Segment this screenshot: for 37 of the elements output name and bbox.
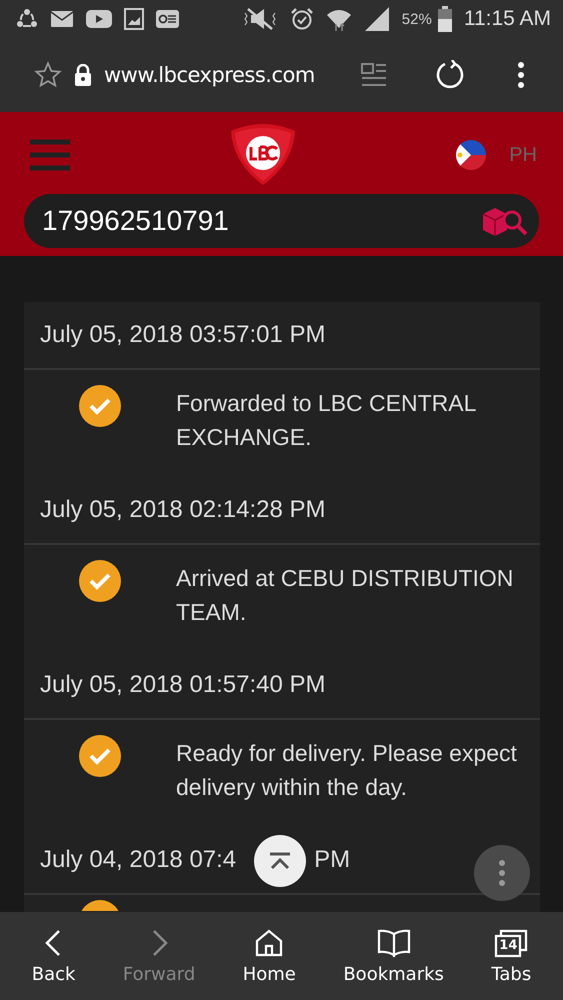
mail-icon — [50, 10, 74, 28]
lock-icon — [74, 64, 92, 86]
clock-time: 11:15 AM — [464, 7, 551, 31]
tab-count: 14 — [499, 938, 518, 952]
battery-icon — [438, 6, 452, 32]
date-heading: July 05, 2018 03:57:01 PM — [24, 302, 540, 370]
scroll-top-icon — [267, 851, 293, 871]
date-heading: July 04, 2018 07:4 — [40, 846, 236, 874]
reader-icon[interactable] — [361, 62, 387, 88]
reload-icon[interactable] — [435, 60, 465, 90]
news-icon — [156, 10, 179, 28]
date-heading: July 05, 2018 01:57:40 PM — [24, 652, 540, 720]
battery-percentage: 52% — [402, 10, 432, 28]
image-icon — [124, 8, 144, 30]
event-text: Ready for delivery. Please expect delivery within the day. — [176, 739, 518, 802]
date-heading-end: PM — [314, 846, 350, 874]
more-icon — [498, 860, 506, 886]
flag-icon[interactable] — [455, 139, 488, 171]
star-icon[interactable] — [34, 61, 62, 89]
book-icon — [376, 928, 411, 958]
mute-icon — [242, 8, 278, 30]
nav-button[interactable]: 14 Tabs — [487, 924, 536, 988]
home-icon — [254, 928, 284, 958]
event-text: Forwarded to LBC CENTRAL EXCHANGE. — [176, 389, 477, 452]
date-heading: July 05, 2018 02:14:28 PM — [24, 477, 540, 545]
share-icon — [16, 8, 38, 30]
url-text[interactable]: www.lbcexpress.com — [104, 63, 349, 87]
more-icon[interactable] — [517, 62, 525, 88]
video-play-icon — [86, 10, 112, 28]
nav-button[interactable]: Bookmarks — [339, 924, 448, 988]
nav-button[interactable]: Home — [238, 924, 300, 988]
signal-icon — [364, 6, 390, 32]
tracking-search-field[interactable]: 179962510791 — [24, 194, 539, 248]
nav-button[interactable]: Back — [28, 924, 80, 988]
tabs-icon — [494, 928, 528, 958]
event-text: Arrived at CEBU DISTRIBUTION TEAM. — [176, 564, 514, 627]
alarm-icon — [290, 7, 314, 31]
